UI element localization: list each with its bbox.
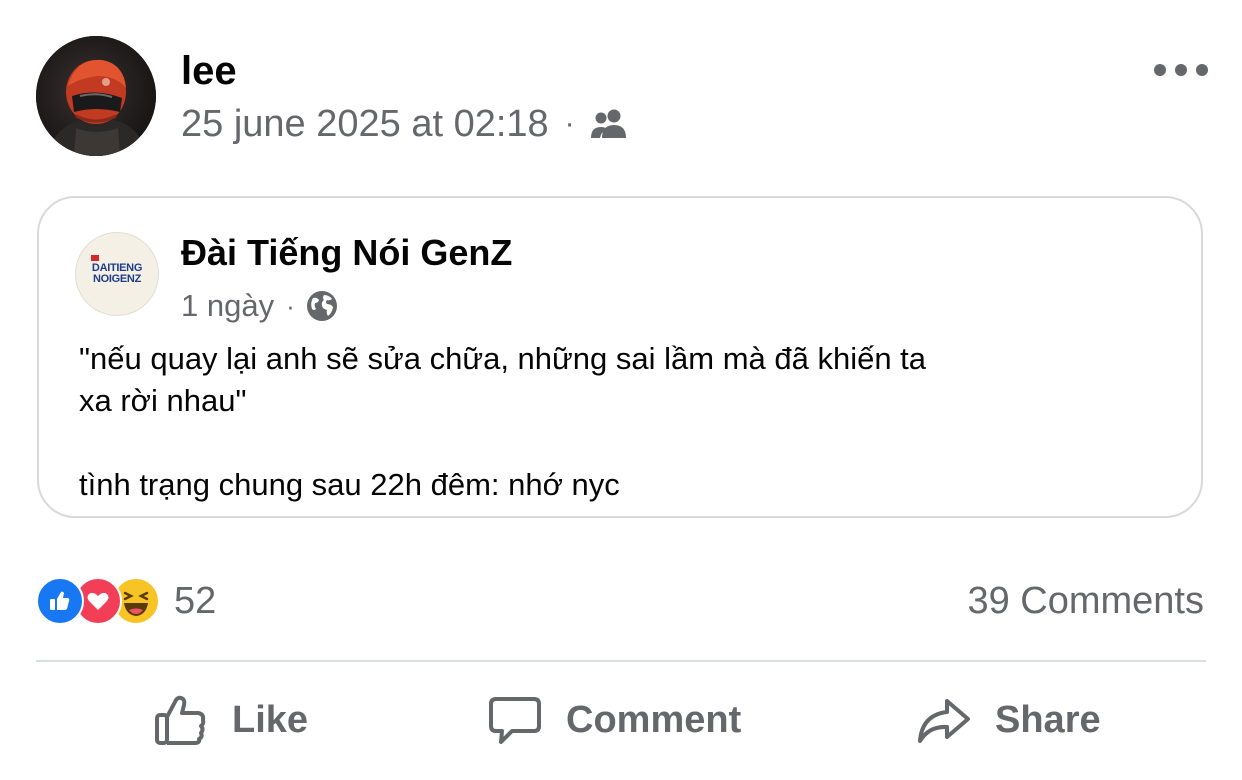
more-dot (1154, 64, 1166, 76)
more-dot (1175, 64, 1187, 76)
like-button[interactable]: Like (152, 688, 308, 752)
meta-separator: · (286, 290, 295, 321)
like-reaction-icon (36, 577, 84, 625)
page-logo-line2: NOIGENZ (92, 273, 141, 285)
comment-icon (489, 697, 541, 744)
shared-post-meta: 1 ngày · (181, 286, 339, 326)
post-meta: 25 june 2025 at 02:18 · (181, 101, 629, 147)
page-avatar[interactable]: DAITIENG NOIGENZ (75, 232, 159, 316)
flag-icon (91, 255, 99, 261)
like-label: Like (232, 698, 309, 741)
page-name[interactable]: Đài Tiếng Nói GenZ (181, 232, 512, 274)
post-timestamp[interactable]: 25 june 2025 at 02:18 (181, 103, 549, 146)
share-arrow-icon (918, 699, 970, 743)
author-avatar-image (36, 36, 156, 156)
share-button[interactable]: Share (915, 688, 1101, 752)
author-avatar[interactable] (36, 36, 156, 156)
reaction-count: 52 (174, 579, 217, 622)
comment-label: Comment (566, 698, 742, 741)
shared-post-card[interactable]: DAITIENG NOIGENZ Đài Tiếng Nói GenZ 1 ng… (37, 196, 1203, 518)
meta-separator: · (564, 107, 575, 140)
comment-button[interactable]: Comment (486, 688, 741, 752)
comments-count-link[interactable]: 39 Comments (967, 576, 1204, 626)
divider (36, 660, 1206, 662)
globe-icon[interactable] (305, 289, 339, 323)
reactions-summary[interactable]: 52 (36, 576, 216, 626)
author-name[interactable]: lee (181, 48, 237, 94)
thumbs-up-icon (155, 695, 206, 745)
share-label: Share (995, 698, 1101, 741)
more-dot (1196, 64, 1208, 76)
friends-icon[interactable] (589, 108, 629, 140)
shared-post-text: "nếu quay lại anh sẽ sửa chữa, những sai… (79, 341, 927, 502)
more-options-icon[interactable] (1154, 52, 1208, 88)
shared-post-time[interactable]: 1 ngày (181, 288, 274, 324)
